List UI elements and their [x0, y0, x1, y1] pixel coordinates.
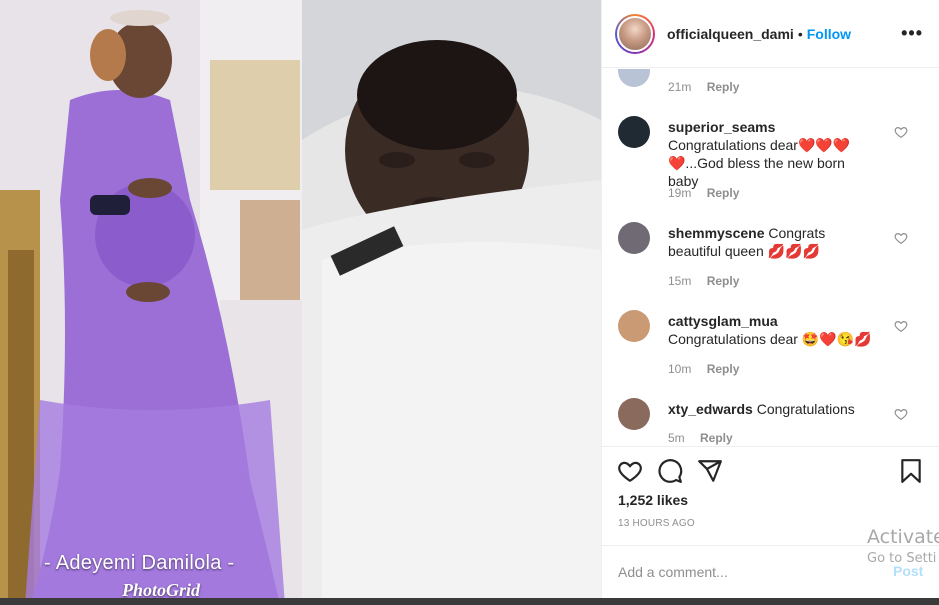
- more-options-icon[interactable]: •••: [901, 23, 923, 44]
- comment-meta: 5m Reply: [668, 431, 733, 445]
- comment-text: Congratulations: [756, 401, 855, 417]
- post-media[interactable]: - Adeyemi Damilola - PhotoGrid: [0, 0, 601, 605]
- commenter-username[interactable]: xty_edwards: [668, 401, 753, 417]
- commenter-avatar[interactable]: [618, 310, 650, 342]
- comment-body: shemmyscene Congrats beautiful queen 💋💋💋: [668, 224, 876, 260]
- comment-icon[interactable]: [657, 458, 683, 484]
- comment-time: 10m: [668, 362, 692, 376]
- comment-meta: 15m Reply: [668, 274, 739, 288]
- reply-button[interactable]: Reply: [707, 80, 740, 94]
- share-icon[interactable]: [697, 458, 723, 484]
- author-username[interactable]: officialqueen_dami: [667, 26, 794, 42]
- commenter-avatar[interactable]: [618, 69, 650, 87]
- post-actions: 1,252 likes 13 HOURS AGO Post: [602, 446, 939, 598]
- mother-illustration: [0, 0, 302, 605]
- mother-photo: - Adeyemi Damilola - PhotoGrid: [0, 0, 302, 605]
- photo-watermark-name: - Adeyemi Damilola -: [44, 552, 235, 574]
- comment-time: 15m: [668, 274, 692, 288]
- baby-photo: [302, 0, 601, 605]
- comment-like-heart-icon[interactable]: [894, 407, 908, 421]
- likes-count[interactable]: 1,252 likes: [618, 492, 688, 508]
- reply-button[interactable]: Reply: [707, 274, 740, 288]
- commenter-avatar[interactable]: [618, 222, 650, 254]
- comment-body: cattysglam_mua Congratulations dear 🤩❤️😘…: [668, 312, 876, 348]
- bookmark-icon[interactable]: [898, 458, 924, 484]
- commenter-username[interactable]: cattysglam_mua: [668, 313, 778, 329]
- comment-like-heart-icon[interactable]: [894, 231, 908, 245]
- commenter-avatar[interactable]: [618, 116, 650, 148]
- comment-time: 19m: [668, 186, 692, 200]
- commenter-avatar[interactable]: [618, 398, 650, 430]
- post-timestamp: 13 HOURS AGO: [618, 518, 695, 529]
- reply-button[interactable]: Reply: [700, 431, 733, 445]
- comment-text: Congratulations dear 🤩❤️😘💋: [668, 331, 872, 347]
- comment-time: 21m: [668, 80, 692, 94]
- post-side-panel: officialqueen_dami • Follow ••• 21m Repl…: [601, 0, 939, 605]
- comment-meta: 19m Reply: [668, 186, 739, 200]
- post-header: officialqueen_dami • Follow •••: [602, 0, 939, 68]
- follow-button[interactable]: Follow: [807, 26, 851, 42]
- commenter-username[interactable]: shemmyscene: [668, 225, 765, 241]
- reply-button[interactable]: Reply: [707, 186, 740, 200]
- reply-button[interactable]: Reply: [707, 362, 740, 376]
- comment-like-heart-icon[interactable]: [894, 319, 908, 333]
- commenter-username[interactable]: superior_seams: [668, 119, 775, 135]
- comment-body: xty_edwards Congratulations: [668, 400, 876, 418]
- baby-illustration: [302, 0, 601, 605]
- post-comment-button[interactable]: Post: [893, 563, 923, 579]
- bottom-edge: [0, 598, 939, 605]
- header-separator: •: [797, 25, 803, 42]
- comment-meta: 10m Reply: [668, 362, 739, 376]
- comment-meta: 21m Reply: [668, 80, 739, 94]
- comment-input[interactable]: [618, 561, 868, 583]
- comment-time: 5m: [668, 431, 685, 445]
- add-comment-bar: Post: [602, 545, 939, 599]
- comment-like-heart-icon[interactable]: [894, 125, 908, 139]
- comments-list[interactable]: 21m Reply superior_seams Congratulations…: [602, 69, 939, 445]
- comment-text: Congratulations dear❤️❤️❤️❤️...God bless…: [668, 137, 851, 189]
- author-avatar[interactable]: [615, 13, 655, 54]
- comment-body: superior_seams Congratulations dear❤️❤️❤…: [668, 118, 876, 190]
- heart-icon[interactable]: [617, 458, 643, 484]
